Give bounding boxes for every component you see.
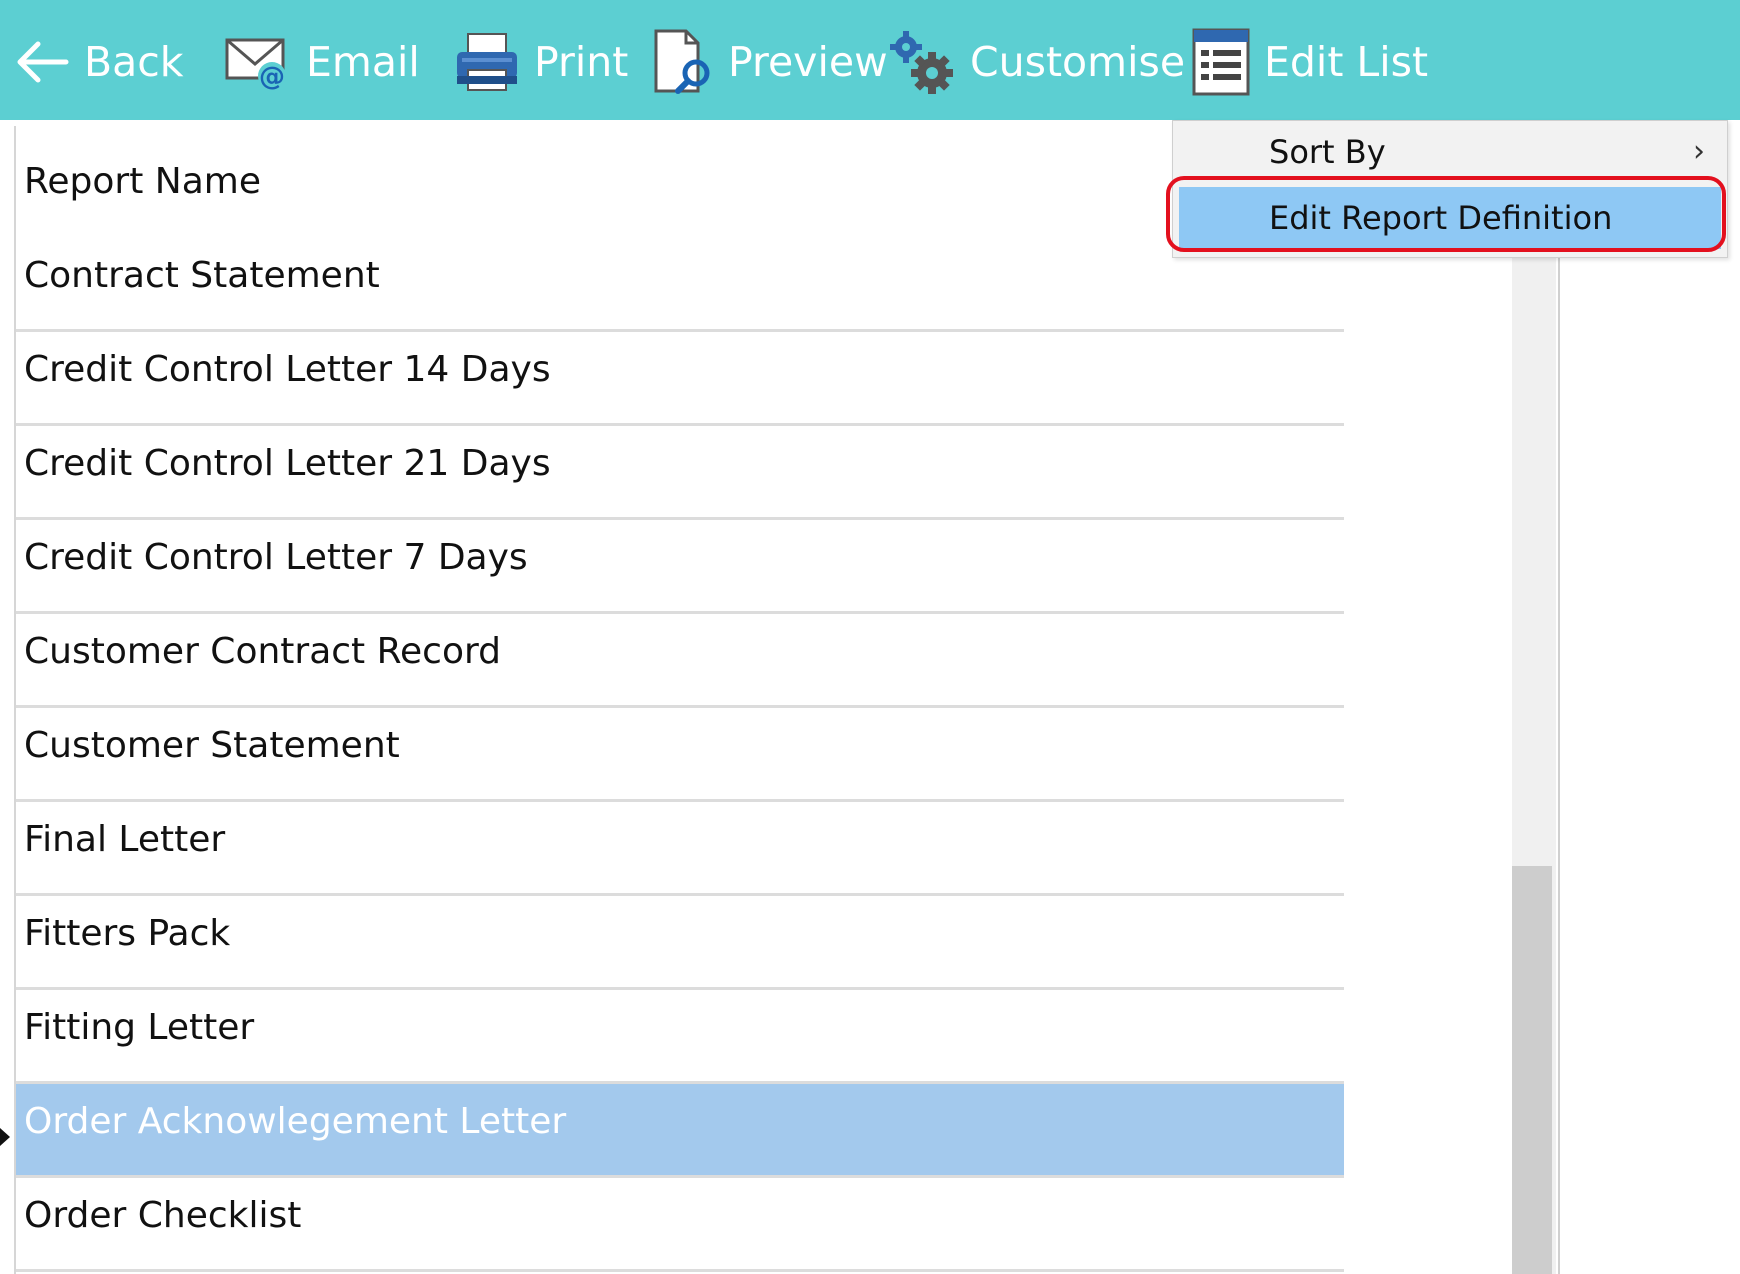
gears-icon — [888, 29, 956, 95]
print-button[interactable]: Print — [454, 26, 628, 98]
email-icon: @ — [224, 32, 292, 92]
row-pointer-icon — [0, 1128, 10, 1146]
email-button[interactable]: @ Email — [224, 26, 420, 98]
svg-text:@: @ — [259, 62, 285, 92]
table-row[interactable]: Customer Contract Record — [16, 614, 1344, 708]
preview-label: Preview — [728, 38, 888, 86]
back-button[interactable]: Back — [12, 26, 184, 98]
back-label: Back — [84, 38, 184, 86]
table-row-selected[interactable]: Order Acknowlegement Letter — [0, 1084, 1344, 1178]
menu-item-sort-by[interactable]: Sort By › — [1173, 127, 1727, 177]
printer-icon — [454, 30, 520, 94]
table-row[interactable]: Contract Statement — [16, 238, 1344, 332]
back-arrow-icon — [12, 38, 70, 86]
report-rows: Contract Statement Credit Control Letter… — [0, 238, 1344, 1272]
chevron-right-icon: › — [1693, 134, 1705, 169]
column-header-report-name[interactable]: Report Name — [16, 126, 1344, 238]
email-label: Email — [306, 38, 420, 86]
menu-item-edit-report-definition[interactable]: Edit Report Definition — [1179, 187, 1721, 249]
table-row[interactable]: Credit Control Letter 21 Days — [16, 426, 1344, 520]
vertical-scrollbar-thumb[interactable] — [1512, 866, 1552, 1274]
toolbar: Back @ Email Print Preview Customise Edi… — [0, 0, 1740, 120]
list-icon — [1192, 28, 1250, 96]
customise-label: Customise — [970, 38, 1186, 86]
edit-list-label: Edit List — [1264, 38, 1429, 86]
table-row[interactable]: Credit Control Letter 7 Days — [16, 520, 1344, 614]
preview-button[interactable]: Preview — [652, 26, 888, 98]
table-row[interactable]: Final Letter — [16, 802, 1344, 896]
column-header-label: Report Name — [24, 161, 261, 202]
table-row[interactable]: Customer Statement — [16, 708, 1344, 802]
menu-item-label: Edit Report Definition — [1269, 199, 1613, 237]
context-menu: Sort By › Edit Report Definition — [1172, 120, 1728, 258]
edit-list-button[interactable]: Edit List — [1192, 26, 1428, 98]
table-row[interactable]: Order Checklist — [16, 1178, 1344, 1272]
preview-icon — [652, 29, 714, 95]
print-label: Print — [534, 38, 629, 86]
menu-item-label: Sort By — [1269, 133, 1386, 171]
panel-divider — [1558, 230, 1560, 1274]
customise-button[interactable]: Customise — [888, 26, 1185, 98]
table-row[interactable]: Fitting Letter — [16, 990, 1344, 1084]
table-row[interactable]: Credit Control Letter 14 Days — [16, 332, 1344, 426]
table-row[interactable]: Fitters Pack — [16, 896, 1344, 990]
